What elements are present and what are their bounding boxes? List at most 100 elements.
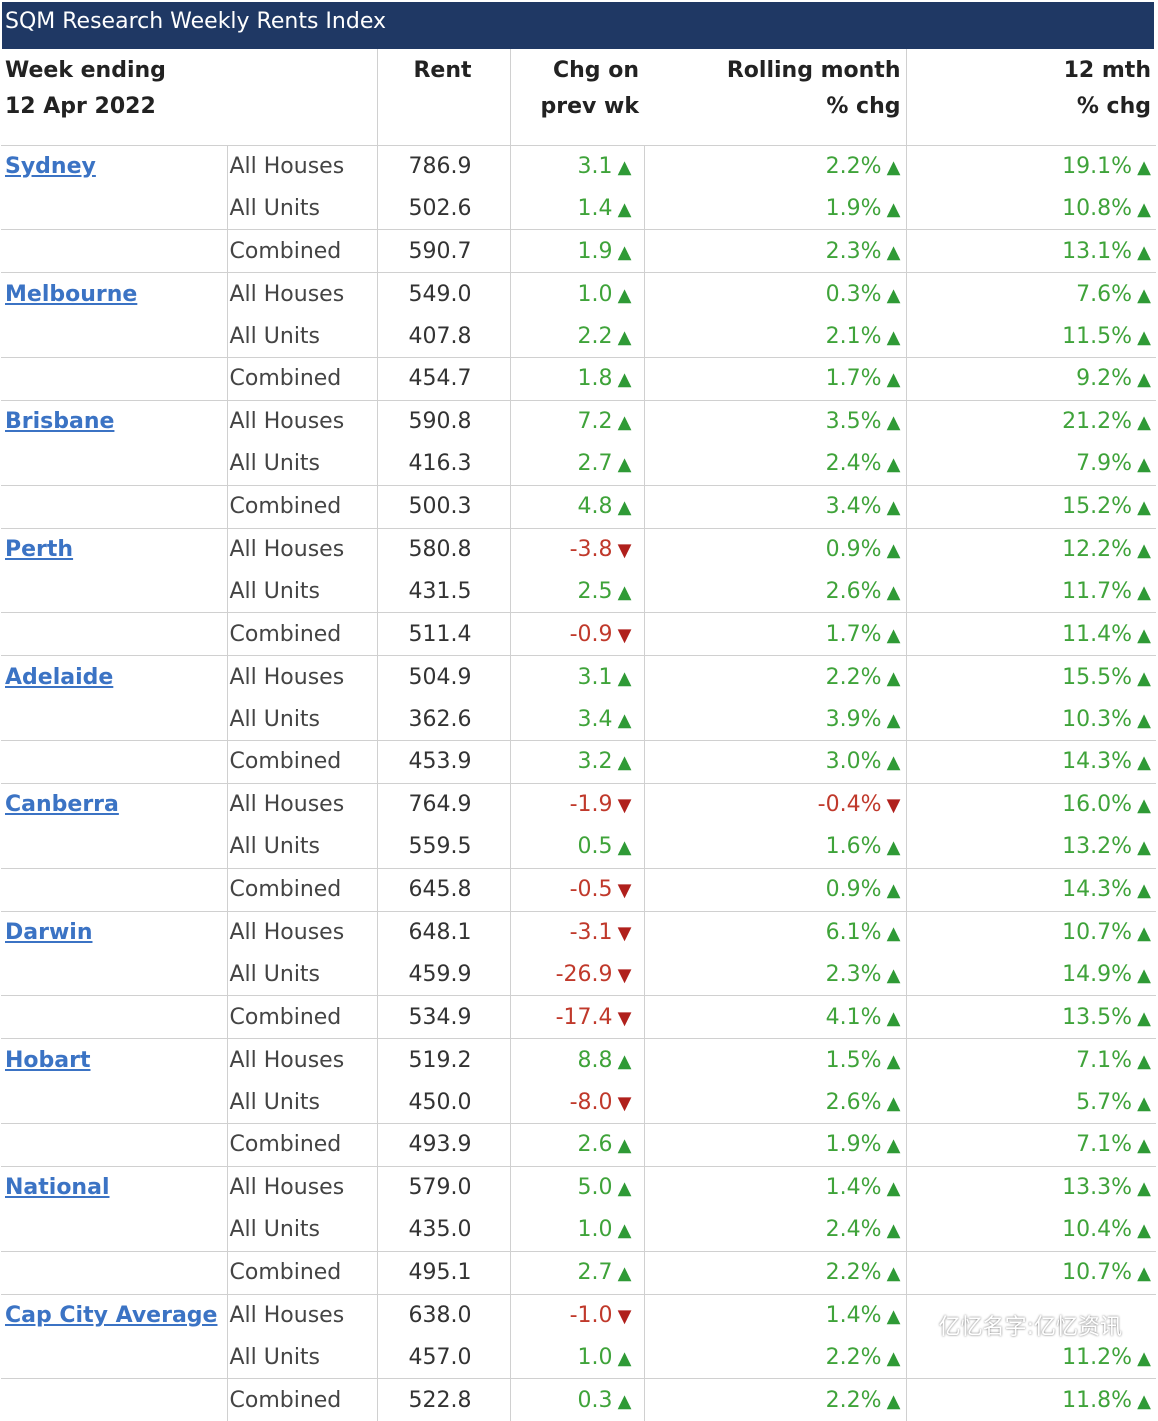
table-row: Combined 500.3 4.8 ▲ 3.4% ▲ 15.2% ▲	[1, 484, 1156, 529]
chg-value: 3.1	[577, 664, 613, 690]
chg-cell: 1.9 ▲	[509, 229, 644, 273]
arrow-up-icon: ▲	[617, 1263, 632, 1285]
city-link[interactable]: Brisbane	[1, 409, 114, 434]
city-cell[interactable]: Sydney	[1, 144, 227, 188]
yr-value: 14.3%	[1062, 749, 1132, 775]
table-row: Combined 453.9 3.2 ▲ 3.0% ▲ 14.3% ▲	[1, 739, 1156, 784]
chg-value: 0.3	[577, 1387, 613, 1413]
yr-value: 19.1%	[1062, 153, 1132, 179]
roll-cell: 1.9% ▲	[643, 187, 906, 230]
yr-cell: 13.5% ▲	[905, 995, 1156, 1039]
table-row: Combined 534.9 -17.4 ▼ 4.1% ▲ 13.5% ▲	[1, 995, 1156, 1039]
property-type-cell: Combined	[226, 356, 377, 401]
roll-value: 2.2%	[825, 1344, 882, 1370]
rent-cell: 502.6	[376, 187, 510, 230]
arrow-up-icon: ▲	[617, 326, 632, 348]
chg-cell: 2.2 ▲	[509, 315, 644, 358]
city-link[interactable]: Hobart	[1, 1048, 91, 1073]
city-link[interactable]: Perth	[1, 537, 73, 562]
yr-cell: 7.1% ▲	[905, 1122, 1156, 1167]
table-row: All Units 502.6 1.4 ▲ 1.9% ▲ 10.8% ▲	[1, 187, 1156, 230]
rents-table: Week ending 12 Apr 2022 Rent Chg on prev…	[1, 49, 1156, 1421]
city-cell[interactable]: Darwin	[1, 910, 227, 954]
city-link[interactable]: National	[1, 1175, 109, 1200]
rent-cell: 453.9	[376, 739, 510, 784]
roll-cell: 4.1% ▲	[643, 995, 906, 1039]
city-cell[interactable]: Perth	[1, 527, 227, 571]
rent-cell: 645.8	[376, 867, 510, 912]
chg-value: 3.1	[577, 153, 613, 179]
arrow-up-icon: ▲	[886, 880, 901, 902]
rent-cell: 648.1	[376, 910, 510, 954]
city-cell[interactable]: Canberra	[1, 782, 227, 826]
city-cell[interactable]: National	[1, 1165, 227, 1209]
yr-header-line1: 12 mth	[1063, 58, 1151, 83]
yr-value: 5.7%	[1076, 1089, 1132, 1115]
city-cell[interactable]: Cap City Average	[1, 1293, 227, 1337]
city-cell[interactable]: Adelaide	[1, 655, 227, 699]
chg-cell: -1.0 ▼	[509, 1293, 644, 1337]
city-cell	[1, 229, 227, 273]
city-cell	[1, 826, 227, 868]
city-link[interactable]: Canberra	[1, 792, 119, 817]
roll-value: 1.7%	[825, 366, 882, 392]
yr-value: 11.8%	[1062, 1387, 1132, 1413]
chg-value: 2.7	[577, 1260, 613, 1286]
city-cell[interactable]: Melbourne	[1, 272, 227, 316]
arrow-up-icon: ▲	[617, 1390, 632, 1412]
chg-cell: -26.9 ▼	[509, 953, 644, 996]
chg-cell: -3.8 ▼	[509, 527, 644, 571]
city-link[interactable]: Darwin	[1, 920, 92, 945]
chg-value: 4.8	[577, 494, 613, 520]
table-row: All Units 416.3 2.7 ▲ 2.4% ▲ 7.9% ▲	[1, 442, 1156, 486]
chg-cell: 7.2 ▲	[509, 399, 644, 443]
table-row: Combined 645.8 -0.5 ▼ 0.9% ▲ 14.3% ▲	[1, 867, 1156, 912]
arrow-up-icon: ▲	[886, 624, 901, 646]
rent-cell: 493.9	[376, 1122, 510, 1167]
arrow-up-icon: ▲	[617, 412, 632, 434]
arrow-up-icon: ▲	[617, 156, 632, 178]
week-date: 12 Apr 2022	[5, 94, 156, 119]
arrow-up-icon: ▲	[1137, 922, 1151, 944]
arrow-up-icon: ▲	[1137, 667, 1151, 689]
yr-value: 10.8%	[1062, 195, 1132, 221]
roll-cell: 2.2% ▲	[643, 144, 906, 188]
yr-value: 7.9%	[1076, 451, 1132, 477]
table-row: All Units 431.5 2.5 ▲ 2.6% ▲ 11.7% ▲	[1, 570, 1156, 613]
yr-value: 11.7%	[1062, 578, 1132, 604]
table-row: All Units 459.9 -26.9 ▼ 2.3% ▲ 14.9% ▲	[1, 953, 1156, 996]
chg-value: 3.2	[577, 749, 613, 775]
chg-value: -3.8	[569, 536, 613, 562]
roll-value: 2.6%	[825, 578, 882, 604]
yr-cell: 10.7% ▲	[905, 1250, 1156, 1295]
table-row: Perth All Houses 580.8 -3.8 ▼ 0.9% ▲ 12.2% ▲	[1, 527, 1156, 571]
chg-value: 5.0	[577, 1175, 613, 1201]
roll-value: 0.9%	[825, 536, 882, 562]
arrow-up-icon: ▲	[886, 1220, 901, 1242]
roll-value: 2.3%	[825, 961, 882, 987]
chg-value: 2.5	[577, 578, 613, 604]
table-row: Brisbane All Houses 590.8 7.2 ▲ 3.5% ▲ 21.2% ▲	[1, 399, 1156, 443]
arrow-up-icon: ▲	[1137, 1178, 1151, 1200]
city-link[interactable]: Cap City Average	[1, 1303, 217, 1328]
arrow-up-icon: ▲	[1137, 795, 1151, 817]
chg-cell: 3.2 ▲	[509, 739, 644, 784]
city-cell[interactable]: Brisbane	[1, 399, 227, 443]
city-link[interactable]: Sydney	[1, 154, 96, 179]
rent-cell: 786.9	[376, 144, 510, 188]
arrow-up-icon: ▲	[1137, 198, 1151, 220]
property-type-cell: Combined	[226, 1378, 377, 1421]
yr-value: 21.2%	[1062, 409, 1132, 435]
city-link[interactable]: Adelaide	[1, 665, 113, 690]
city-cell[interactable]: Hobart	[1, 1038, 227, 1082]
arrow-up-icon: ▲	[886, 326, 901, 348]
property-type-cell: All Units	[226, 825, 377, 869]
yr-value: 15.2%	[1062, 494, 1132, 520]
yr-value: 11.4%	[1062, 621, 1132, 647]
yr-value: 12.2%	[1062, 536, 1132, 562]
city-cell	[1, 1122, 227, 1167]
roll-value: 2.2%	[825, 1260, 882, 1286]
chg-value: 7.2	[577, 409, 613, 435]
city-link[interactable]: Melbourne	[1, 282, 137, 307]
city-cell	[1, 570, 227, 612]
